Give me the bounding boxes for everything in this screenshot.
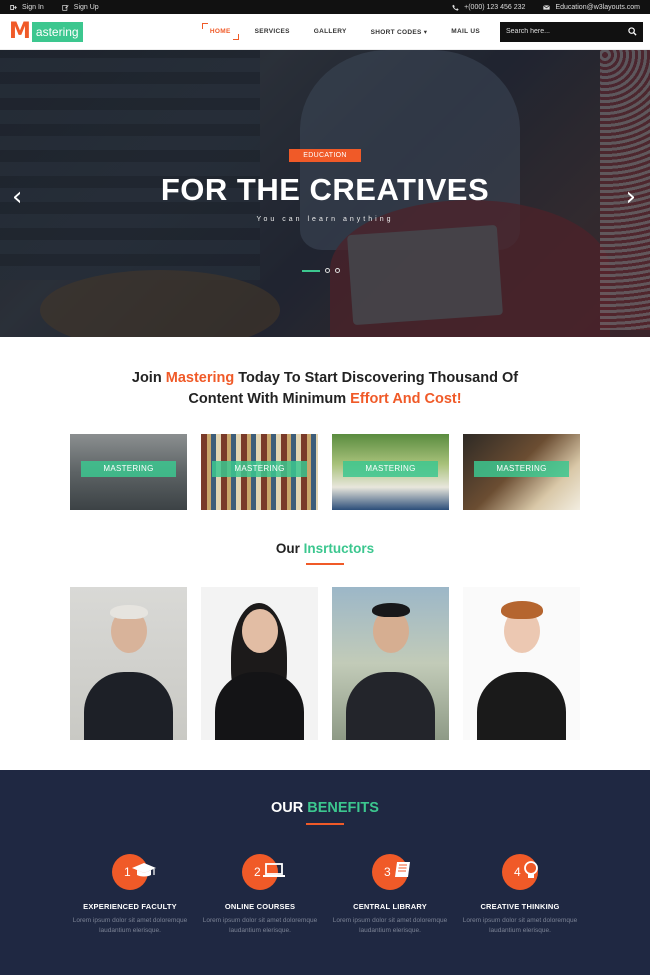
benefit-text: Lorem ipsum dolor sit amet doloremque la… [202,917,318,934]
instructor-hair [501,601,543,619]
benefit-badge: 4 [502,854,538,890]
instructor-face [242,609,278,653]
envelope-icon [543,4,551,10]
phone-info: +(000) 123 456 232 [452,4,525,11]
hero-content: EDUCATION FOR THE CREATIVES You can lear… [0,144,650,223]
benefit-item: 3 CENTRAL LIBRARY Lorem ipsum dolor sit … [332,854,449,936]
email-info[interactable]: Education@w3layouts.com [543,4,640,11]
benefits-title: OUR BENEFITS [0,800,650,816]
title-underline [306,823,344,825]
benefit-title: CREATIVE THINKING [480,902,560,911]
course-label: MASTERING [343,461,438,477]
search-input[interactable] [506,28,616,35]
course-label: MASTERING [212,461,307,477]
instructor-suit [477,672,566,740]
instructors-title-b: Insrtuctors [303,541,375,556]
join-section: Join Mastering Today To Start Discoverin… [0,337,650,510]
main-nav: HOME SERVICES GALLERY SHORT CODES ▾ MAIL… [198,23,492,40]
nav-mail-us[interactable]: MAIL US [439,28,492,35]
logo-word: astering [31,21,83,42]
sign-up-link[interactable]: Sign Up [62,4,99,11]
logo-letter: M [9,18,31,44]
hero-badge: EDUCATION [289,149,361,162]
instructors-section: Our Insrtuctors [0,541,650,740]
nav-gallery[interactable]: GALLERY [302,28,359,35]
benefits-section: OUR BENEFITS 1 EXPERIENCED FACULTY Lorem… [0,770,650,975]
hero-title: FOR THE CREATIVES [160,172,490,207]
site-header: M astering HOME SERVICES GALLERY SHORT C… [0,14,650,50]
course-label: MASTERING [474,461,569,477]
course-card[interactable]: MASTERING [463,434,580,510]
graduation-cap-icon [132,863,156,877]
benefit-title: EXPERIENCED FACULTY [83,902,177,911]
sign-in-label: Sign In [22,3,44,11]
phone-number: +(000) 123 456 232 [464,3,526,11]
course-label: MASTERING [81,461,176,477]
edit-icon [62,4,69,11]
instructors-title-a: Our [275,541,304,556]
benefit-number: 1 [124,865,131,879]
benefit-badge: 3 [372,854,410,890]
slide-indicator-2[interactable] [325,268,330,273]
lightbulb-icon [524,861,538,878]
instructor-suit [346,672,435,740]
search-icon[interactable] [628,27,637,36]
benefit-text: Lorem ipsum dolor sit amet doloremque la… [332,917,448,934]
benefit-text: Lorem ipsum dolor sit amet doloremque la… [462,917,578,934]
instructor-photo[interactable] [70,587,187,740]
benefit-item: 2 ONLINE COURSES Lorem ipsum dolor sit a… [202,854,319,936]
benefit-badge: 1 [112,854,156,890]
nav-services[interactable]: SERVICES [243,28,302,35]
instructor-photo[interactable] [201,587,318,740]
instructors-title: Our Insrtuctors [0,541,650,556]
course-card[interactable]: MASTERING [332,434,449,510]
hero-subtitle: You can learn anything [256,216,394,223]
benefit-item: 4 CREATIVE THINKING Lorem ipsum dolor si… [462,854,579,936]
nav-short-codes[interactable]: SHORT CODES ▾ [359,28,440,36]
course-card[interactable]: MASTERING [201,434,318,510]
join-heading-highlight: Effort And Cost! [350,391,462,407]
laptop-icon [263,863,285,877]
slide-indicator-3[interactable] [335,268,340,273]
benefits-title-b: BENEFITS [307,800,379,816]
slider-pagination [302,268,340,273]
benefit-number: 2 [254,865,261,879]
instructor-suit [215,672,304,740]
benefit-number: 4 [514,865,521,879]
nav-home[interactable]: HOME [198,23,243,40]
instructor-suit [84,672,173,740]
benefit-text: Lorem ipsum dolor sit amet doloremque la… [72,917,188,934]
instructor-grid [0,587,650,740]
sign-up-label: Sign Up [73,3,99,11]
benefit-item: 1 EXPERIENCED FACULTY Lorem ipsum dolor … [72,854,189,936]
slide-indicator-active[interactable] [302,269,320,272]
join-heading: Join Mastering Today To Start Discoverin… [0,368,650,410]
sign-in-link[interactable]: Sign In [10,4,44,11]
join-heading-brand: Mastering [165,370,235,386]
instructor-photo[interactable] [332,587,449,740]
email-address: Education@w3layouts.com [555,3,640,11]
instructor-photo[interactable] [463,587,580,740]
top-bar: Sign In Sign Up +(000) 123 456 232 Educa… [0,0,650,14]
benefit-list: 1 EXPERIENCED FACULTY Lorem ipsum dolor … [0,854,650,936]
book-icon [395,862,410,877]
logo[interactable]: M astering [9,18,83,44]
benefits-title-a: OUR [271,800,308,816]
benefit-title: CENTRAL LIBRARY [353,902,427,911]
search-box [500,21,643,42]
course-grid: MASTERING MASTERING MASTERING MASTERING [0,434,650,510]
benefit-badge: 2 [242,854,285,890]
join-heading-text: Join [131,370,166,386]
join-heading-text: Content With Minimum [188,391,351,407]
join-heading-text: Today To Start Discovering Thousand Of [234,370,519,386]
phone-icon [452,4,459,11]
title-underline [306,563,344,565]
benefit-number: 3 [384,865,391,879]
course-card[interactable]: MASTERING [70,434,187,510]
benefit-title: ONLINE COURSES [224,902,296,911]
sign-in-icon [10,4,17,10]
hero-slider: ‹ › EDUCATION FOR THE CREATIVES You can … [0,50,650,337]
instructor-hair [110,605,148,619]
instructor-hair [372,603,410,617]
